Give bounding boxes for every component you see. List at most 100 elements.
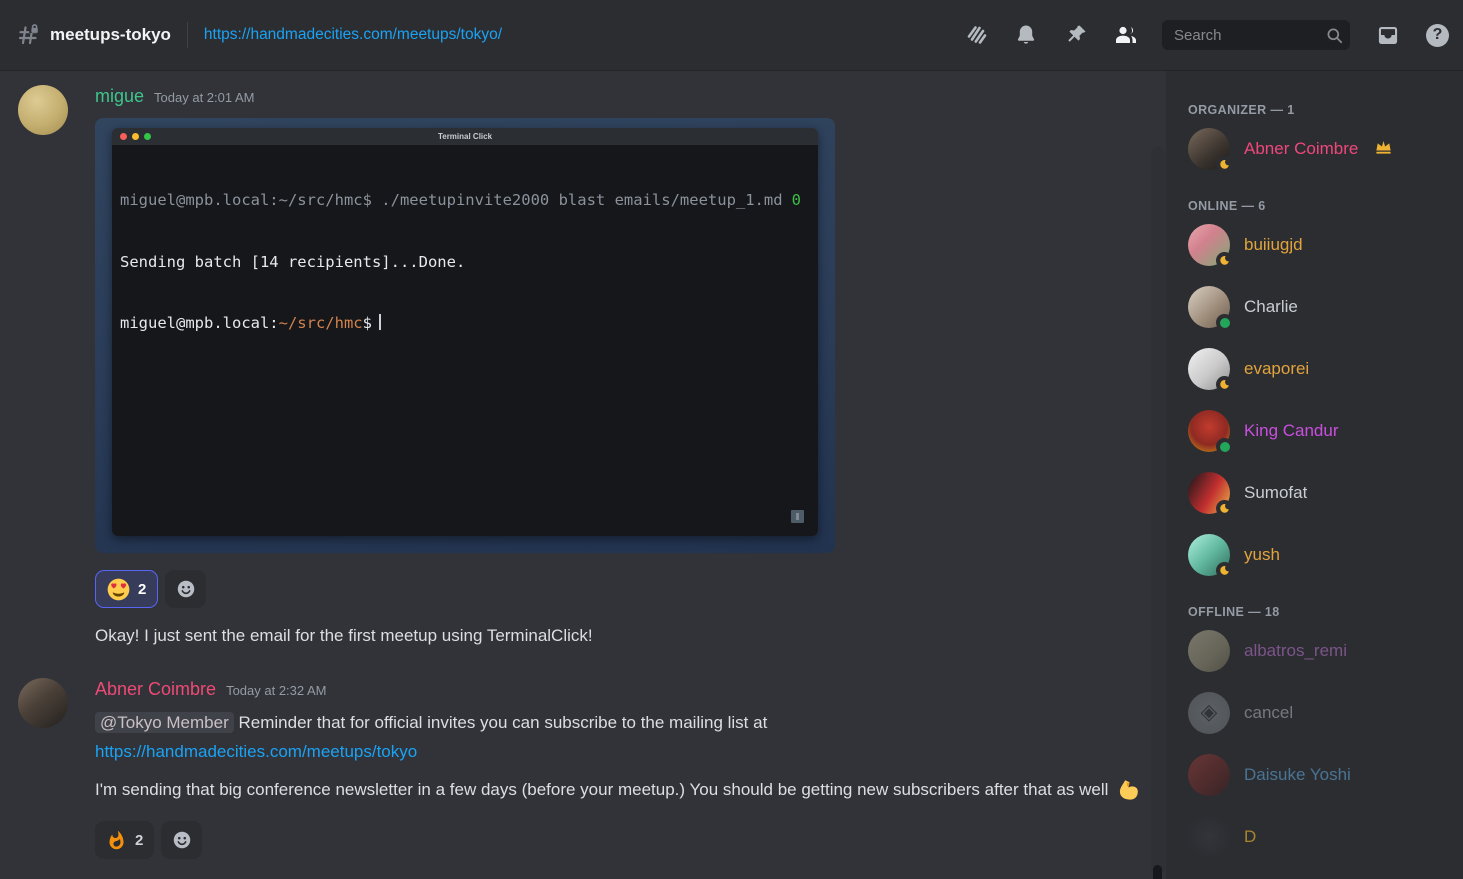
member-section-items: buiiugjd Charlie bbox=[1182, 223, 1455, 577]
channel-header: meetups-tokyo https://handmadecities.com… bbox=[0, 0, 1463, 71]
member-avatar bbox=[1188, 286, 1230, 328]
message-text: I'm sending that big conference newslett… bbox=[95, 775, 1157, 809]
member-name: albatros_remi bbox=[1244, 641, 1347, 661]
channel-name: meetups-tokyo bbox=[50, 25, 171, 45]
reaction-count: 2 bbox=[138, 581, 146, 598]
flexed-biceps-emoji bbox=[1117, 785, 1142, 804]
member-name: evaporei bbox=[1244, 359, 1309, 379]
terminal-window: Terminal Click miguel@mpb.local:~/src/hm… bbox=[112, 128, 818, 536]
member-avatar bbox=[1188, 816, 1230, 858]
member-section-header: ONLINE — 6 bbox=[1188, 199, 1455, 213]
member-list-sections: ORGANIZER — 1 Abner Coimbre ONLINE — 6 bbox=[1182, 103, 1455, 859]
message-author[interactable]: Abner Coimbre bbox=[95, 678, 216, 700]
search-magnifier-icon bbox=[1325, 26, 1344, 45]
member-name: Abner Coimbre bbox=[1244, 139, 1358, 159]
role-mention[interactable]: @Tokyo Member bbox=[95, 712, 234, 733]
pin-icon[interactable] bbox=[1064, 23, 1088, 47]
status-badge bbox=[1216, 562, 1233, 579]
message-timestamp: Today at 2:32 AM bbox=[226, 680, 326, 702]
status-badge bbox=[1216, 156, 1233, 173]
message-migue: migue Today at 2:01 AM Terminal Click mi… bbox=[18, 85, 1166, 650]
reaction-count: 2 bbox=[135, 832, 143, 849]
terminal-line-3: miguel@mpb.local:~/src/hmc$ bbox=[120, 313, 810, 334]
terminal-window-title: Terminal Click bbox=[112, 132, 818, 141]
help-icon[interactable]: ? bbox=[1426, 24, 1449, 47]
member-section-items: Abner Coimbre bbox=[1182, 127, 1455, 171]
message-link[interactable]: https://handmadecities.com/meetups/tokyo bbox=[95, 742, 417, 761]
message-timestamp: Today at 2:01 AM bbox=[154, 87, 254, 109]
chat-area: migue Today at 2:01 AM Terminal Click mi… bbox=[0, 71, 1166, 879]
chat-scrollbar-track[interactable] bbox=[1151, 146, 1165, 875]
status-badge bbox=[1216, 500, 1233, 517]
channel-topic-link[interactable]: https://handmadecities.com/meetups/tokyo… bbox=[204, 26, 502, 44]
member-avatar bbox=[1188, 534, 1230, 576]
member-avatar bbox=[1188, 348, 1230, 390]
member-avatar: ◈ bbox=[1188, 692, 1230, 734]
status-badge bbox=[1216, 252, 1233, 269]
member-row[interactable]: Abner Coimbre bbox=[1182, 127, 1455, 171]
reaction-fire[interactable]: 2 bbox=[95, 821, 154, 859]
header-divider bbox=[187, 22, 188, 48]
threads-icon[interactable] bbox=[964, 23, 988, 47]
member-row[interactable]: yush bbox=[1182, 533, 1455, 577]
member-section-header: OFFLINE — 18 bbox=[1188, 605, 1455, 619]
inbox-icon[interactable] bbox=[1376, 23, 1400, 47]
member-avatar bbox=[1188, 410, 1230, 452]
avatar[interactable] bbox=[18, 678, 68, 728]
member-name: D bbox=[1244, 827, 1256, 847]
member-name: Charlie bbox=[1244, 297, 1298, 317]
add-reaction-button[interactable] bbox=[161, 821, 202, 859]
member-section: ORGANIZER — 1 Abner Coimbre bbox=[1182, 103, 1455, 171]
member-name: Daisuke Yoshi bbox=[1244, 765, 1351, 785]
member-row[interactable]: Charlie bbox=[1182, 285, 1455, 329]
status-badge bbox=[1216, 376, 1233, 393]
message-text: Okay! I just sent the email for the firs… bbox=[95, 622, 1157, 650]
reaction-row: 2 bbox=[95, 570, 1157, 608]
member-name: Sumofat bbox=[1244, 483, 1307, 503]
member-name: buiiugjd bbox=[1244, 235, 1303, 255]
message-text: @Tokyo Member Reminder that for official… bbox=[95, 708, 1157, 766]
terminal-scroll-indicator bbox=[791, 510, 804, 523]
channel-hash-lock-icon bbox=[16, 23, 40, 47]
reaction-row: 2 bbox=[95, 821, 1157, 859]
member-avatar bbox=[1188, 754, 1230, 796]
reaction-heart-eyes[interactable]: 2 bbox=[95, 570, 158, 608]
member-row[interactable]: D bbox=[1182, 815, 1455, 859]
member-list: ORGANIZER — 1 Abner Coimbre ONLINE — 6 bbox=[1166, 71, 1463, 879]
terminal-cursor bbox=[379, 314, 381, 330]
notifications-bell-icon[interactable] bbox=[1014, 23, 1038, 47]
member-avatar bbox=[1188, 630, 1230, 672]
member-row[interactable]: evaporei bbox=[1182, 347, 1455, 391]
member-section: ONLINE — 6 buiiugjd bbox=[1182, 199, 1455, 577]
member-name: King Candur bbox=[1244, 421, 1339, 441]
member-name: cancel bbox=[1244, 703, 1293, 723]
member-row[interactable]: Sumofat bbox=[1182, 471, 1455, 515]
terminal-titlebar: Terminal Click bbox=[112, 128, 818, 145]
terminal-line-1: miguel@mpb.local:~/src/hmc$ ./meetupinvi… bbox=[120, 190, 810, 211]
member-row[interactable]: Daisuke Yoshi bbox=[1182, 753, 1455, 797]
status-badge bbox=[1216, 438, 1233, 455]
member-section-header: ORGANIZER — 1 bbox=[1188, 103, 1455, 117]
member-row[interactable]: King Candur bbox=[1182, 409, 1455, 453]
avatar[interactable] bbox=[18, 85, 68, 135]
member-row[interactable]: buiiugjd bbox=[1182, 223, 1455, 267]
member-avatar bbox=[1188, 224, 1230, 266]
chat-scrollbar-thumb[interactable] bbox=[1153, 865, 1162, 879]
search-box[interactable] bbox=[1162, 20, 1350, 50]
member-row[interactable]: albatros_remi bbox=[1182, 629, 1455, 673]
member-row[interactable]: ◈ cancel bbox=[1182, 691, 1455, 735]
search-input[interactable] bbox=[1172, 26, 1325, 45]
status-badge bbox=[1216, 314, 1233, 331]
terminal-line-2: Sending batch [14 recipients]...Done. bbox=[120, 252, 810, 273]
message-author[interactable]: migue bbox=[95, 85, 144, 107]
member-name: yush bbox=[1244, 545, 1280, 565]
avatar-glyph: ◈ bbox=[1201, 702, 1218, 724]
member-avatar bbox=[1188, 128, 1230, 170]
message-abner: Abner Coimbre Today at 2:32 AM @Tokyo Me… bbox=[18, 678, 1166, 859]
terminal-body: miguel@mpb.local:~/src/hmc$ ./meetupinvi… bbox=[112, 145, 818, 536]
member-avatar bbox=[1188, 472, 1230, 514]
terminal-screenshot-attachment[interactable]: Terminal Click miguel@mpb.local:~/src/hm… bbox=[95, 118, 835, 553]
add-reaction-button[interactable] bbox=[165, 570, 206, 608]
member-list-icon[interactable] bbox=[1114, 23, 1138, 47]
header-toolbar: ? bbox=[964, 20, 1449, 50]
